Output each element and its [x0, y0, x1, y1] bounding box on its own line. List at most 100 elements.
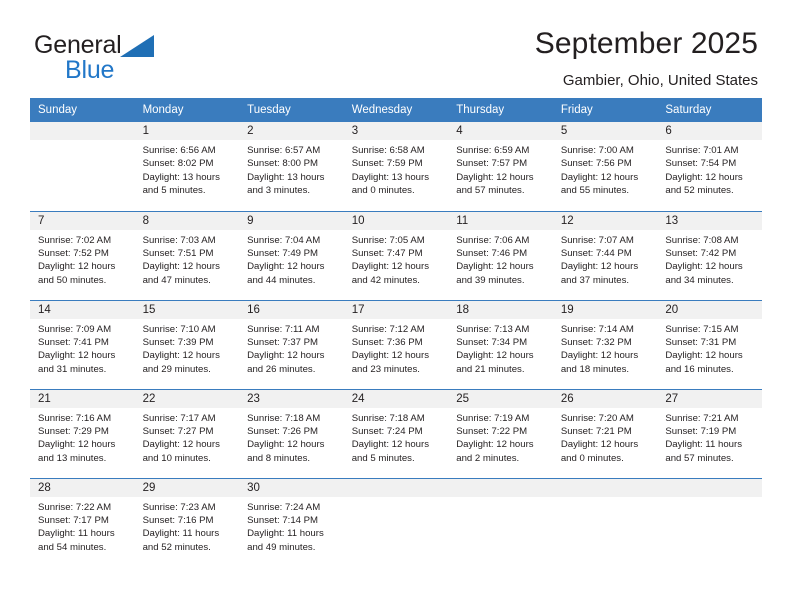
day-detail-line: Sunset: 7:21 PM: [560, 425, 632, 437]
calendar-day-cell-empty: [343, 477, 449, 567]
day-detail-line: and 37 minutes.: [560, 274, 630, 286]
calendar-day-cell[interactable]: 4 Sunrise: 6:59 AM Sunset: 7:57 PM Daylight…: [448, 122, 553, 211]
day-detail-line: and 5 minutes.: [142, 185, 206, 197]
brand-logo[interactable]: General Blue: [34, 24, 214, 83]
day-detail-line: Sunrise: 7:03 AM: [142, 234, 216, 246]
day-detail-line: Sunrise: 7:04 AM: [247, 234, 321, 246]
day-detail-line: Daylight: 12 hours: [456, 261, 534, 273]
calendar-day-cell[interactable]: 1 Sunrise: 6:56 AM Sunset: 8:02 PM Daylight…: [134, 122, 240, 211]
calendar-day-cell[interactable]: 20 Sunrise: 7:15 AM Sunset: 7:31 PM Dayligh…: [657, 299, 762, 389]
calendar-day-cell[interactable]: 22 Sunrise: 7:17 AM Sunset: 7:27 PM Dayligh…: [134, 388, 240, 478]
day-detail-line: Daylight: 12 hours: [38, 439, 116, 451]
day-detail-line: Sunrise: 7:11 AM: [247, 323, 320, 335]
calendar-day-cell[interactable]: 3 Sunrise: 6:58 AM Sunset: 7:59 PM Daylight…: [343, 122, 449, 211]
calendar-day-cell[interactable]: 27 Sunrise: 7:21 AM Sunset: 7:19 PM Dayligh…: [657, 388, 762, 478]
calendar-day-cell[interactable]: 9 Sunrise: 7:04 AM Sunset: 7:49 PM Daylight…: [239, 210, 344, 300]
calendar-day-cell[interactable]: 29 Sunrise: 7:23 AM Sunset: 7:16 PM Dayligh…: [134, 477, 240, 567]
calendar-day-cell[interactable]: 25 Sunrise: 7:19 AM Sunset: 7:22 PM Dayligh…: [448, 388, 553, 478]
day-detail-line: and 18 minutes.: [560, 363, 630, 375]
day-detail-line: Daylight: 12 hours: [351, 439, 430, 451]
title-block: September 2025 Gambier, Ohio, United Sta…: [535, 24, 758, 92]
calendar-day-cell[interactable]: 18 Sunrise: 7:13 AM Sunset: 7:34 PM Dayligh…: [448, 299, 553, 389]
day-number: 3: [343, 122, 449, 140]
calendar-day-cell[interactable]: 7 Sunrise: 7:02 AM Sunset: 7:52 PM Daylight…: [30, 210, 135, 300]
day-detail-line: Daylight: 12 hours: [38, 350, 116, 362]
day-number: [448, 478, 553, 497]
day-detail-line: Sunrise: 6:57 AM: [247, 145, 321, 156]
day-detail-line: Sunrise: 7:18 AM: [247, 412, 321, 424]
day-sun-details: Sunrise: 7:21 AM Sunset: 7:19 PM Daylight:…: [657, 408, 762, 466]
calendar-day-cell[interactable]: 5 Sunrise: 7:00 AM Sunset: 7:56 PM Daylight…: [552, 122, 658, 211]
calendar-day-cell[interactable]: 12 Sunrise: 7:07 AM Sunset: 7:44 PM Dayligh…: [552, 210, 658, 300]
day-detail-line: Sunset: 8:00 PM: [247, 158, 319, 170]
day-detail-line: Daylight: 12 hours: [560, 171, 639, 183]
day-number: 16: [239, 300, 344, 319]
calendar-day-cell[interactable]: 28 Sunrise: 7:22 AM Sunset: 7:17 PM Dayligh…: [30, 477, 135, 567]
day-sun-details: Sunrise: 7:14 AM Sunset: 7:32 PM Daylight:…: [553, 319, 658, 377]
day-detail-line: Sunset: 7:16 PM: [142, 514, 214, 526]
day-detail-line: Sunrise: 7:10 AM: [142, 323, 216, 335]
day-number: 12: [552, 211, 658, 230]
calendar-grid: Sunday Monday Tuesday Wednesday Thursday…: [30, 98, 762, 567]
day-detail-line: Sunrise: 6:56 AM: [142, 145, 216, 156]
day-detail-line: and 0 minutes.: [351, 185, 415, 197]
day-detail-line: and 21 minutes.: [456, 363, 525, 375]
page-title: September 2025: [534, 27, 758, 60]
day-detail-line: and 10 minutes.: [142, 452, 211, 464]
day-number: 19: [552, 300, 658, 319]
day-detail-line: Daylight: 12 hours: [142, 350, 220, 362]
calendar-day-cell[interactable]: 10 Sunrise: 7:05 AM Sunset: 7:47 PM Dayligh…: [343, 210, 449, 300]
calendar-day-cell[interactable]: 24 Sunrise: 7:18 AM Sunset: 7:24 PM Dayligh…: [343, 388, 449, 478]
calendar-day-cell-empty: [448, 477, 553, 567]
day-detail-line: Sunrise: 7:02 AM: [38, 234, 112, 246]
day-detail-line: Daylight: 12 hours: [456, 350, 534, 362]
day-detail-line: Sunset: 7:37 PM: [247, 336, 319, 348]
day-sun-details: Sunrise: 7:10 AM Sunset: 7:39 PM Daylight:…: [135, 319, 240, 377]
day-detail-line: Sunset: 7:17 PM: [38, 514, 109, 526]
calendar-day-cell[interactable]: 11 Sunrise: 7:06 AM Sunset: 7:46 PM Dayligh…: [448, 210, 553, 300]
day-detail-line: and 23 minutes.: [351, 363, 420, 375]
calendar-week-row: 21 Sunrise: 7:16 AM Sunset: 7:29 PM Dayligh…: [30, 388, 762, 478]
calendar-day-cell[interactable]: 19 Sunrise: 7:14 AM Sunset: 7:32 PM Dayligh…: [552, 299, 658, 389]
day-detail-line: and 31 minutes.: [38, 363, 107, 375]
day-detail-line: and 34 minutes.: [665, 274, 734, 286]
day-sun-details: Sunrise: 7:04 AM Sunset: 7:49 PM Daylight:…: [239, 230, 344, 288]
day-detail-line: Daylight: 12 hours: [665, 350, 743, 362]
day-number: 24: [343, 389, 449, 408]
calendar-day-cell[interactable]: 2 Sunrise: 6:57 AM Sunset: 8:00 PM Daylight…: [239, 122, 344, 211]
day-detail-line: Sunset: 7:59 PM: [351, 158, 423, 170]
day-detail-line: Daylight: 12 hours: [247, 350, 325, 362]
calendar-day-cell[interactable]: 23 Sunrise: 7:18 AM Sunset: 7:26 PM Dayligh…: [239, 388, 344, 478]
calendar-day-cell[interactable]: 6 Sunrise: 7:01 AM Sunset: 7:54 PM Daylight…: [657, 122, 762, 211]
calendar-day-cell[interactable]: 15 Sunrise: 7:10 AM Sunset: 7:39 PM Dayligh…: [134, 299, 240, 389]
calendar-day-cell[interactable]: 16 Sunrise: 7:11 AM Sunset: 7:37 PM Dayligh…: [239, 299, 344, 389]
day-detail-line: Sunset: 7:46 PM: [456, 247, 528, 259]
day-sun-details: Sunrise: 7:15 AM Sunset: 7:31 PM Daylight:…: [657, 319, 762, 377]
calendar-day-cell[interactable]: 17 Sunrise: 7:12 AM Sunset: 7:36 PM Dayligh…: [343, 299, 449, 389]
day-detail-line: and 44 minutes.: [247, 274, 316, 286]
calendar-day-cell[interactable]: 8 Sunrise: 7:03 AM Sunset: 7:51 PM Daylight…: [134, 210, 240, 300]
calendar-day-cell[interactable]: 26 Sunrise: 7:20 AM Sunset: 7:21 PM Dayligh…: [552, 388, 658, 478]
day-number: 5: [552, 122, 658, 140]
calendar-day-cell[interactable]: 21 Sunrise: 7:16 AM Sunset: 7:29 PM Dayligh…: [30, 388, 135, 478]
day-detail-line: Daylight: 12 hours: [665, 261, 743, 273]
day-detail-line: Daylight: 13 hours: [142, 171, 220, 183]
day-sun-details: Sunrise: 7:01 AM Sunset: 7:54 PM Daylight:…: [657, 140, 762, 198]
day-detail-line: Sunrise: 7:17 AM: [142, 412, 216, 424]
day-number: 21: [30, 389, 135, 408]
day-sun-details: Sunrise: 7:02 AM Sunset: 7:52 PM Daylight:…: [30, 230, 135, 288]
day-sun-details: Sunrise: 7:18 AM Sunset: 7:24 PM Daylight:…: [344, 408, 449, 466]
calendar-day-cell[interactable]: 13 Sunrise: 7:08 AM Sunset: 7:42 PM Dayligh…: [657, 210, 762, 300]
calendar-week-row: 28 Sunrise: 7:22 AM Sunset: 7:17 PM Dayligh…: [30, 477, 762, 567]
calendar-day-cell[interactable]: 30 Sunrise: 7:24 AM Sunset: 7:14 PM Dayligh…: [239, 477, 344, 567]
day-number: 27: [657, 389, 762, 408]
day-detail-line: Daylight: 11 hours: [38, 528, 115, 540]
calendar-day-cell[interactable]: 14 Sunrise: 7:09 AM Sunset: 7:41 PM Dayligh…: [30, 299, 135, 389]
day-number: 18: [448, 300, 553, 319]
day-number: [30, 122, 135, 140]
page-header: General Blue September 2025 Gambier, Ohi…: [0, 0, 792, 98]
day-detail-line: Sunset: 7:57 PM: [456, 158, 528, 170]
day-number: [343, 478, 449, 497]
day-detail-line: Sunrise: 7:21 AM: [665, 412, 739, 424]
day-detail-line: Daylight: 12 hours: [142, 439, 220, 451]
